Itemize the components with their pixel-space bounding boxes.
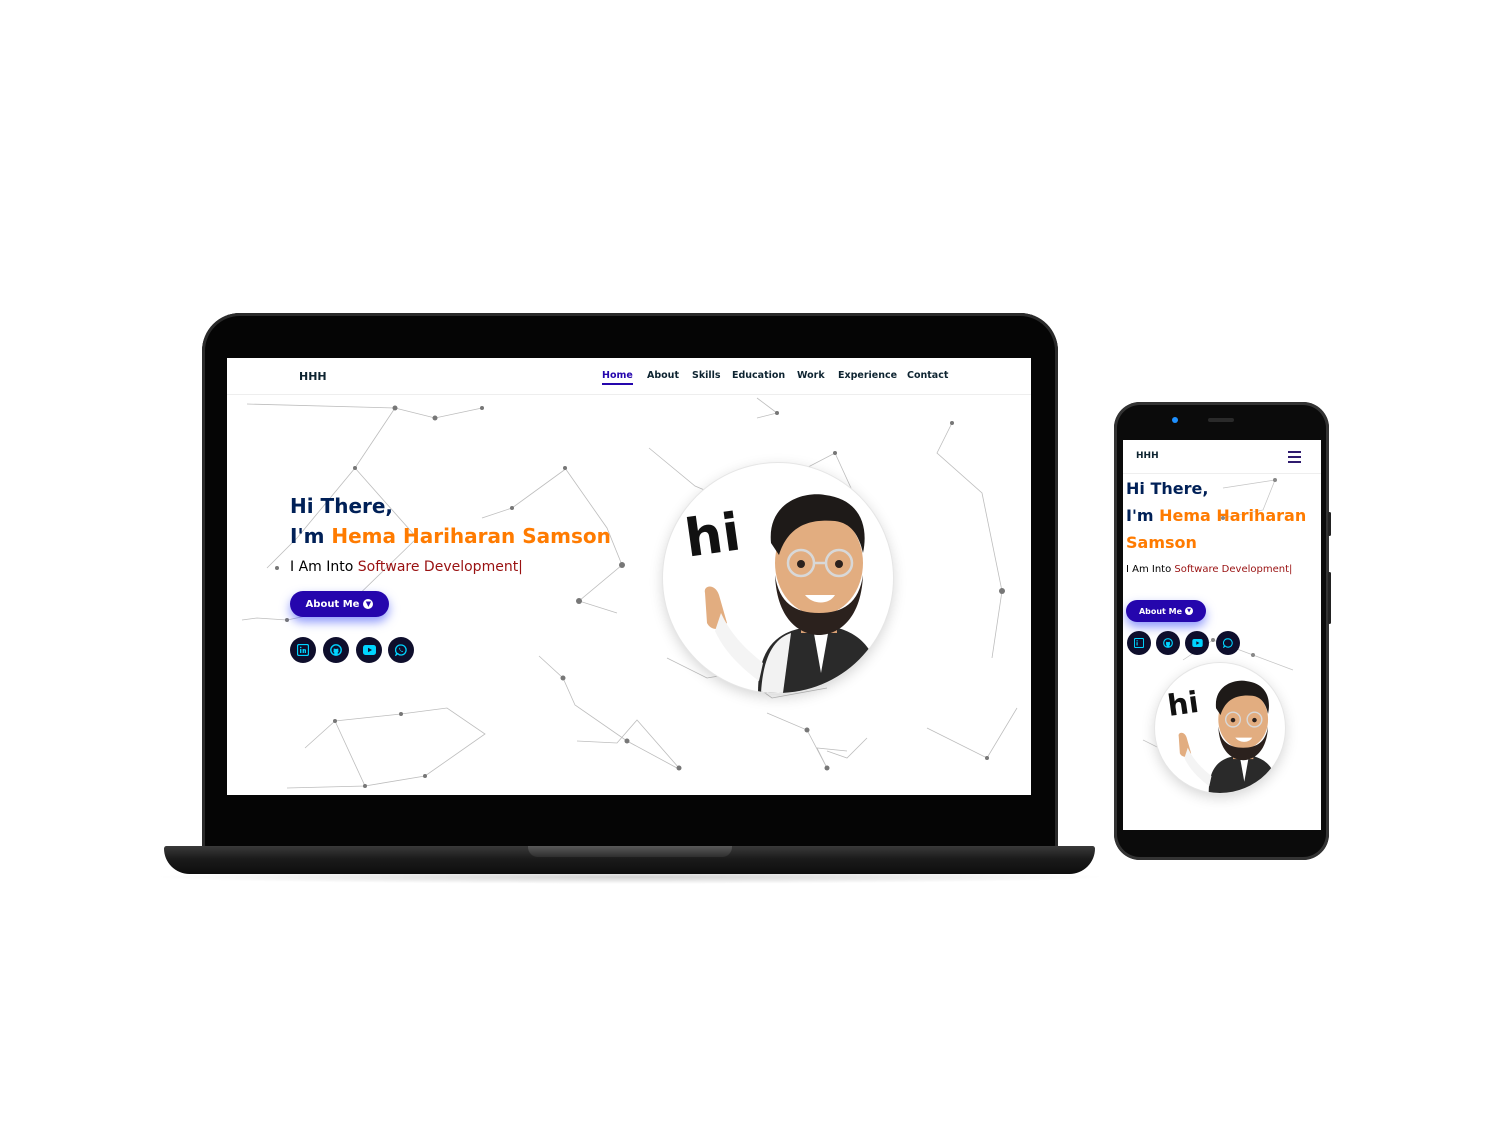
particle-network-background: [241, 397, 1018, 789]
brand-logo[interactable]: HHH: [299, 370, 327, 383]
phone-camera: [1172, 417, 1178, 423]
phone-navbar: HHH: [1123, 440, 1321, 474]
github-button[interactable]: [323, 637, 349, 663]
arrow-down-icon: ▼: [363, 599, 374, 609]
phone-github-button[interactable]: [1156, 631, 1180, 655]
phone-hero-into-prefix: I Am Into: [1126, 564, 1175, 575]
hamburger-menu-icon[interactable]: [1288, 451, 1301, 463]
phone-linkedin-icon: [1134, 638, 1144, 648]
phone-whatsapp-button[interactable]: [1216, 631, 1240, 655]
phone-screen: HHH Hi There, I'm Hema Hariharan Samson …: [1123, 440, 1321, 830]
nav-skills[interactable]: Skills: [692, 370, 721, 381]
phone-youtube-button[interactable]: [1185, 631, 1209, 655]
laptop-notch: [528, 846, 732, 857]
phone-hero-typing-line: I Am Into Software Development|: [1126, 564, 1292, 575]
nav-home[interactable]: Home: [602, 370, 633, 385]
avatar-image: hi: [663, 463, 893, 693]
nav-about[interactable]: About: [647, 370, 679, 381]
youtube-button[interactable]: [356, 637, 382, 663]
phone-youtube-icon: [1191, 639, 1203, 647]
phone-avatar-hi-text: hi: [1165, 685, 1200, 723]
whatsapp-button[interactable]: [388, 637, 414, 663]
nav-experience[interactable]: Experience: [838, 370, 897, 381]
hero-into-prefix: I Am Into: [290, 559, 358, 575]
phone-github-icon: [1163, 638, 1173, 648]
phone-power-button: [1328, 512, 1331, 536]
hero-role: Software Development|: [357, 559, 523, 575]
phone-hero-greeting: Hi There,: [1126, 479, 1209, 498]
hero-intro: I'm Hema Hariharan Samson: [290, 524, 611, 548]
laptop-screen: HHH Home About Skills Education Work Exp…: [227, 358, 1031, 795]
whatsapp-icon: [395, 644, 407, 656]
phone-about-me-label: About Me: [1138, 606, 1183, 616]
hero-name: Hema Hariharan Samson: [331, 524, 611, 548]
nav-education[interactable]: Education: [732, 370, 785, 381]
phone-avatar-image: hi: [1155, 663, 1285, 793]
phone-hero-intro: I'm Hema Hariharan: [1126, 506, 1306, 525]
phone-hero-im: I'm: [1126, 506, 1160, 525]
about-me-button[interactable]: About Me ▼: [290, 591, 389, 617]
phone-linkedin-button[interactable]: [1127, 631, 1151, 655]
about-me-label: About Me: [305, 598, 360, 610]
phone-hero-name-line1: Hema Hariharan: [1159, 506, 1307, 525]
youtube-icon: [362, 645, 376, 655]
nav-contact[interactable]: Contact: [907, 370, 948, 381]
phone-about-me-button[interactable]: About Me ▼: [1126, 600, 1206, 622]
github-icon: [330, 644, 342, 656]
phone-hero-role: Software Development|: [1174, 564, 1293, 575]
phone-volume-button: [1328, 572, 1331, 624]
navbar: HHH Home About Skills Education Work Exp…: [227, 358, 1031, 395]
phone-brand-logo[interactable]: HHH: [1136, 451, 1159, 461]
phone-speaker: [1208, 418, 1234, 422]
linkedin-button[interactable]: [290, 637, 316, 663]
phone-whatsapp-icon: [1223, 638, 1233, 648]
hero-typing-line: I Am Into Software Development|: [290, 559, 523, 575]
avatar-hi-text: hi: [682, 503, 745, 570]
hero-greeting: Hi There,: [290, 494, 394, 518]
linkedin-icon: [297, 644, 309, 656]
phone-hero-name-line2: Samson: [1126, 533, 1197, 552]
phone-arrow-down-icon: ▼: [1185, 607, 1194, 615]
hero-im: I'm: [290, 524, 332, 548]
nav-work[interactable]: Work: [797, 370, 825, 381]
